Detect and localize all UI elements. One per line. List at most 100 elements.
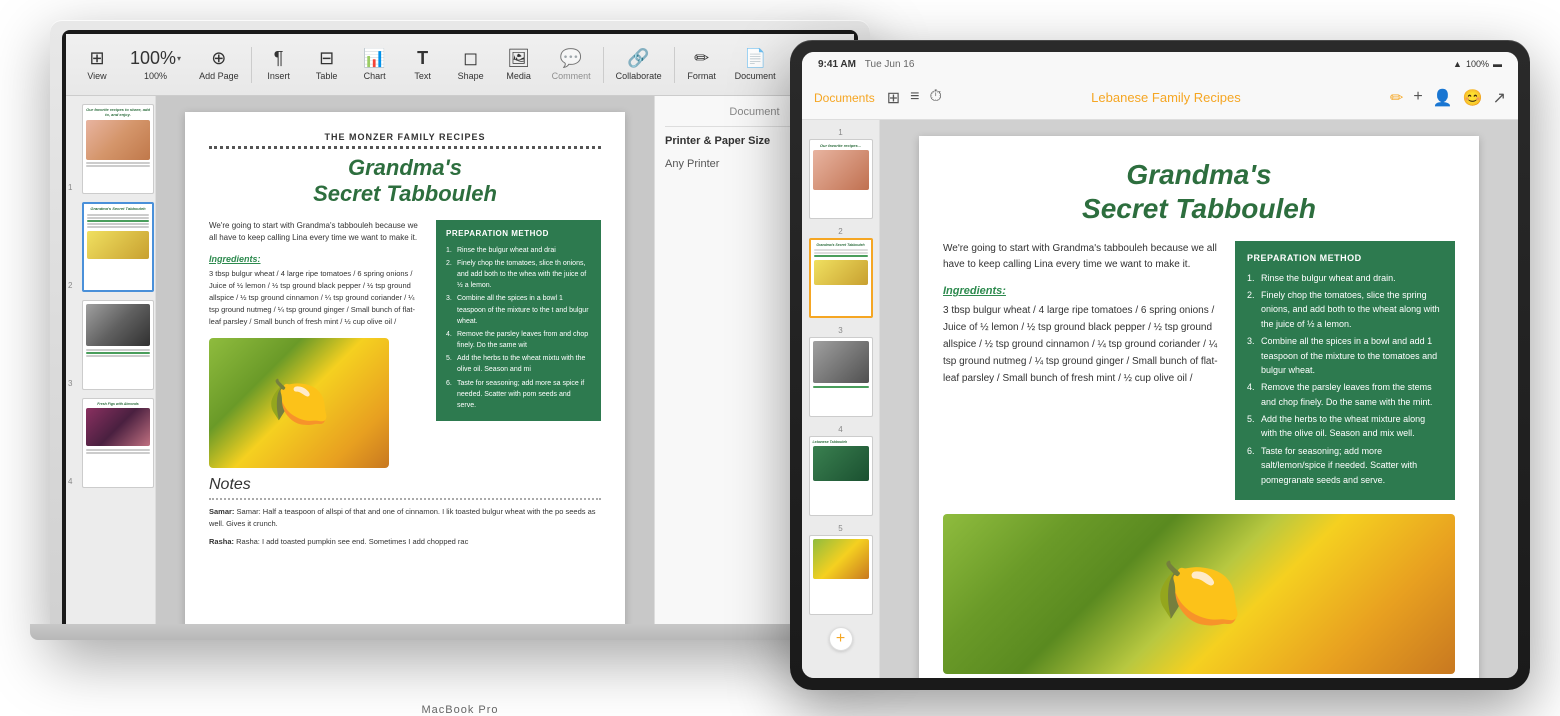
add-page-label: Add Page <box>199 71 239 81</box>
ios-add-page-button[interactable]: + <box>829 627 853 651</box>
back-button[interactable]: Documents <box>814 91 875 105</box>
text-icon: T <box>417 48 428 69</box>
mac-page-area: THE MONZER FAMILY RECIPES Grandma's Secr… <box>156 96 654 626</box>
recipe-title-line2: Secret Tabbouleh <box>313 181 497 206</box>
chart-label: Chart <box>364 71 386 81</box>
toolbar-divider-2 <box>603 47 604 83</box>
thumb-image-2: Grandma's Secret Tabbouleh <box>82 202 154 292</box>
ios-toolbar-icons: ⊞ ≡ ⏱ <box>887 88 942 108</box>
person-icon[interactable]: 👤 <box>1433 88 1453 108</box>
thumb-image-1: Our favorite recipes to share, add to, a… <box>82 104 154 194</box>
status-icons: ▲ 100% ▬ <box>1453 59 1502 69</box>
chart-icon: 📊 <box>363 48 385 69</box>
media-icon: 🖼 <box>507 48 530 69</box>
list-view-icon[interactable]: ≡ <box>910 88 919 108</box>
ios-ingredients-heading: Ingredients: <box>943 285 1219 297</box>
thumbnail-4[interactable]: 4 Fresh Figs with Almonds <box>70 398 151 488</box>
recent-icon[interactable]: ⏱ <box>929 88 941 108</box>
toolbar-format[interactable]: ✏ Format <box>679 44 725 85</box>
status-left: 9:41 AM Tue Jun 16 <box>818 59 914 70</box>
zoom-label: 100% <box>144 71 167 81</box>
toolbar-shape[interactable]: ◻ Shape <box>448 44 494 85</box>
thumb-spices-img <box>86 304 150 346</box>
lemon-visual: 🍋 <box>209 338 389 468</box>
ios-ingredients-text: 3 tbsp bulgur wheat / 4 large ripe tomat… <box>943 302 1219 387</box>
toolbar-view[interactable]: ⊞ View <box>74 44 120 85</box>
battery-icon: ▬ <box>1493 59 1502 69</box>
mac-toolbar: ⊞ View 100% ▾ 100% ⊕ Add Page <box>66 34 854 96</box>
thumbnails-toggle-icon[interactable]: ⊞ <box>887 88 900 108</box>
mac-thumbnails: 1 Our favorite recipes to share, add to,… <box>66 96 156 626</box>
doc-title: THE MONZER FAMILY RECIPES <box>209 132 601 149</box>
recipe-title: Grandma's Secret Tabbouleh <box>209 155 601 208</box>
ios-thumbnail-4[interactable]: 4 Lebanese Tabbouleh <box>806 425 875 516</box>
ios-prep-step-5: 5. Add the herbs to the wheat mixture al… <box>1247 412 1443 441</box>
add-icon[interactable]: + <box>1413 88 1422 108</box>
toolbar-table[interactable]: ⊟ Table <box>304 44 350 85</box>
thumbnail-3[interactable]: 3 <box>70 300 151 390</box>
thumbnail-1[interactable]: 1 Our favorite recipes to share, add to,… <box>70 104 151 194</box>
mac-content: 1 Our favorite recipes to share, add to,… <box>66 96 654 626</box>
comment-icon: 💬 <box>560 48 582 69</box>
ios-thumb-recipe2-img <box>813 446 869 481</box>
ios-toolbar-right: ✏ + 👤 😊 ↗ <box>1390 88 1506 108</box>
ipad-body: 9:41 AM Tue Jun 16 ▲ 100% ▬ Documents ⊞ … <box>790 40 1530 690</box>
insert-icon: ¶ <box>274 48 284 69</box>
prep-step-5: 5. Add the herbs to the wheat mixtu with… <box>446 353 591 375</box>
ipad-screen: 9:41 AM Tue Jun 16 ▲ 100% ▬ Documents ⊞ … <box>802 52 1518 678</box>
toolbar-comment[interactable]: 💬 Comment <box>544 44 599 85</box>
zoom-icon: 100% ▾ <box>130 48 181 69</box>
zoom-value: 100% <box>130 48 176 69</box>
toolbar-insert[interactable]: ¶ Insert <box>256 44 302 85</box>
status-time: 9:41 AM <box>818 59 856 70</box>
share-icon[interactable]: ↗ <box>1493 88 1506 108</box>
media-label: Media <box>506 71 531 81</box>
prep-step-3: 3. Combine all the spices in a bowl 1 te… <box>446 293 591 327</box>
ios-thumb-image-5 <box>809 535 873 615</box>
ios-prep-title: PREPARATION METHOD <box>1247 251 1443 265</box>
view-icon: ⊞ <box>89 48 104 69</box>
ios-thumb-image-4: Lebanese Tabbouleh <box>809 436 873 516</box>
ios-prep-step-2: 2. Finely chop the tomatoes, slice the s… <box>1247 288 1443 331</box>
toolbar-chart[interactable]: 📊 Chart <box>352 44 398 85</box>
toolbar-media[interactable]: 🖼 Media <box>496 44 542 85</box>
pen-icon[interactable]: ✏ <box>1390 88 1403 108</box>
toolbar-zoom[interactable]: 100% ▾ 100% <box>122 44 189 85</box>
ios-thumbnail-5[interactable]: 5 <box>806 524 875 615</box>
ios-thumb-image-3 <box>809 337 873 417</box>
document-icon: 📄 <box>744 48 766 69</box>
lemon-image: 🍋 <box>209 338 389 468</box>
notes-text-rasha: Rasha: Rasha: I add toasted pumpkin see … <box>209 536 601 548</box>
ios-recipe-title-line2: Secret Tabbouleh <box>1082 193 1316 224</box>
macbook-body: ⊞ View 100% ▾ 100% ⊕ Add Page <box>50 20 870 640</box>
ios-page-area: Grandma's Secret Tabbouleh We're going t… <box>880 120 1518 678</box>
toolbar-document[interactable]: 📄 Document <box>727 44 784 85</box>
ios-prep-step-1: 1. Rinse the bulgur wheat and drain. <box>1247 271 1443 285</box>
any-printer-label: Any Printer <box>665 158 719 170</box>
thumbnail-2[interactable]: 2 Grandma's Secret Tabbouleh <box>70 202 151 292</box>
ios-thumbnails: 1 Our favorite recipes... 2 <box>802 120 880 678</box>
thumb-lemon-mini <box>87 231 149 259</box>
thumb-figs-img <box>86 408 150 446</box>
toolbar-text[interactable]: T Text <box>400 44 446 85</box>
ios-lemon-visual: 🍋 <box>943 514 1455 674</box>
ios-thumbnail-1[interactable]: 1 Our favorite recipes... <box>806 128 875 219</box>
emoji-icon[interactable]: 😊 <box>1463 88 1483 108</box>
ios-add-page-area: + <box>806 627 875 651</box>
prep-step-4: 4. Remove the parsley leaves from and ch… <box>446 329 591 351</box>
toolbar-collaborate[interactable]: 🔗 Collaborate <box>608 44 670 85</box>
toolbar-add-page[interactable]: ⊕ Add Page <box>191 44 247 85</box>
prep-box: PREPARATION METHOD 1. Rinse the bulgur w… <box>436 220 601 421</box>
table-label: Table <box>316 71 338 81</box>
ios-thumb-image-1: Our favorite recipes... <box>809 139 873 219</box>
shape-label: Shape <box>458 71 484 81</box>
thumb-image-4: Fresh Figs with Almonds <box>82 398 154 488</box>
thumb-image-3 <box>82 300 154 390</box>
ios-thumb-spices-img <box>813 341 869 383</box>
ios-thumbnail-3[interactable]: 3 <box>806 326 875 417</box>
ios-thumbnail-2[interactable]: 2 Grandma's Secret Tabbouleh <box>806 227 875 318</box>
collaborate-icon: 🔗 <box>627 48 649 69</box>
toolbar-divider-1 <box>251 47 252 83</box>
ios-recipe-title: Grandma's Secret Tabbouleh <box>943 158 1455 225</box>
ios-thumb-tabbouleh-img <box>813 539 869 579</box>
